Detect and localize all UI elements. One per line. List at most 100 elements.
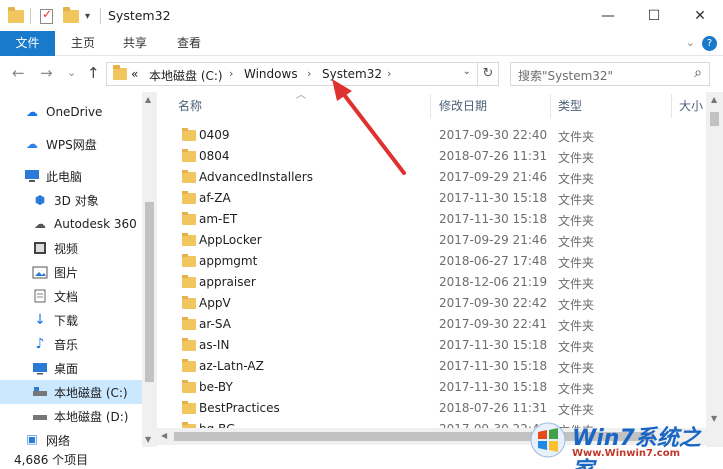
item-count: 4,686 个项目 [14,453,89,467]
video-icon [32,241,48,255]
file-name: 0804 [199,149,230,163]
search-input[interactable]: 搜索"System32" ⌕ [510,62,710,86]
sidebar-item-label: 本地磁盘 (C:) [54,385,128,400]
column-divider[interactable] [550,94,551,118]
scrollbar-thumb[interactable] [710,112,719,126]
file-row[interactable]: 0409 2017-09-30 22:40 文件夹 [170,125,702,146]
folder-icon [182,401,196,414]
folder-icon [182,317,196,330]
file-row[interactable]: az-Latn-AZ 2017-11-30 15:18 文件夹 [170,356,702,377]
sidebar-item-c-drive[interactable]: 本地磁盘 (C:) [0,380,142,404]
scroll-up-icon[interactable]: ▲ [711,95,717,104]
navigation-pane: ☁ OneDrive ☁ WPS网盘 此电脑 ⬢ 3D 对象 ☁ Autodes… [0,92,157,447]
file-row[interactable]: appraiser 2018-12-06 21:19 文件夹 [170,272,702,293]
address-bar[interactable]: « 本地磁盘 (C:) › Windows › System32 › ⌄ [106,62,478,86]
column-header-size[interactable]: 大小 [679,92,703,120]
sidebar-item-videos[interactable]: 视频 [0,236,142,260]
sidebar-item-label: 音乐 [54,337,79,352]
watermark-url: Www.Winwin7.com [572,448,681,459]
folder-icon [182,128,196,141]
file-row[interactable]: AppLocker 2017-09-29 21:46 文件夹 [170,230,702,251]
file-row[interactable]: ar-SA 2017-09-30 22:41 文件夹 [170,314,702,335]
quick-access-separator [30,7,31,25]
file-modified-date: 2018-12-06 21:19 [439,275,548,289]
close-button[interactable]: ✕ [677,0,723,31]
minimize-button[interactable]: — [585,0,631,31]
scroll-left-icon[interactable]: ◀ [161,431,167,440]
file-name: AppLocker [199,233,262,247]
address-history-dropdown-icon[interactable]: ⌄ [463,66,471,77]
sidebar-item-3d-objects[interactable]: ⬢ 3D 对象 [0,188,142,212]
address-overflow[interactable]: « [131,67,138,81]
sidebar-item-label: 下载 [54,313,79,328]
new-folder-icon[interactable] [63,6,79,25]
file-row[interactable]: BestPractices 2018-07-26 11:31 文件夹 [170,398,702,419]
file-row[interactable]: AppV 2017-09-30 22:42 文件夹 [170,293,702,314]
column-divider[interactable] [430,94,431,118]
file-modified-date: 2017-11-30 15:18 [439,359,548,373]
sidebar-item-this-pc[interactable]: 此电脑 [0,164,142,188]
up-button[interactable]: ↑ [87,64,100,82]
scroll-down-icon[interactable]: ▼ [145,435,151,444]
file-type: 文件夹 [558,193,595,207]
customize-quick-access-icon[interactable]: ▾ [85,7,90,25]
file-modified-date: 2017-11-30 15:18 [439,191,548,205]
download-icon: ↓ [34,312,46,328]
sidebar-item-music[interactable]: ♪ 音乐 [0,332,142,356]
file-row[interactable]: am-ET 2017-11-30 15:18 文件夹 [170,209,702,230]
recent-locations-button[interactable]: ⌄ [67,66,76,79]
sidebar-item-onedrive[interactable]: ☁ OneDrive [0,100,142,124]
maximize-button[interactable]: ☐ [631,0,677,31]
file-row[interactable]: appmgmt 2018-06-27 17:48 文件夹 [170,251,702,272]
sidebar-item-desktop[interactable]: 桌面 [0,356,142,380]
folder-icon [182,149,196,162]
breadcrumb-c-drive[interactable]: 本地磁盘 (C:) [149,67,223,84]
sidebar-item-network[interactable]: ▣ 网络 [0,432,142,447]
sidebar-item-label: 图片 [54,265,79,280]
file-row[interactable]: af-ZA 2017-11-30 15:18 文件夹 [170,188,702,209]
folder-icon [182,275,196,288]
sidebar-item-d-drive[interactable]: 本地磁盘 (D:) [0,404,142,428]
tab-share[interactable]: 共享 [114,31,156,56]
chevron-right-icon[interactable]: › [387,67,391,80]
ribbon-tabs: 文件 主页 共享 查看 ⌄ ? [0,31,723,56]
scroll-up-icon[interactable]: ▲ [145,95,151,104]
expand-ribbon-icon[interactable]: ⌄ [686,36,695,49]
sidebar-item-pictures[interactable]: 图片 [0,260,142,284]
computer-icon [24,169,40,183]
search-icon[interactable]: ⌕ [694,65,702,81]
properties-icon[interactable] [40,7,53,25]
file-row[interactable]: AdvancedInstallers 2017-09-29 21:46 文件夹 [170,167,702,188]
column-header-name[interactable]: 名称 [178,92,202,120]
chevron-right-icon[interactable]: › [307,67,311,80]
tab-home[interactable]: 主页 [62,31,104,56]
breadcrumb-windows[interactable]: Windows [244,67,298,81]
chevron-right-icon[interactable]: › [229,67,233,80]
file-row[interactable]: 0804 2018-07-26 11:31 文件夹 [170,146,702,167]
back-button[interactable]: ← [12,64,25,82]
sidebar-item-downloads[interactable]: ↓ 下载 [0,308,142,332]
file-row[interactable]: as-IN 2017-11-30 15:18 文件夹 [170,335,702,356]
column-divider[interactable] [671,94,672,118]
cube-icon: ⬢ [34,193,46,207]
tab-view[interactable]: 查看 [168,31,210,56]
file-row[interactable]: be-BY 2017-11-30 15:18 文件夹 [170,377,702,398]
tab-file[interactable]: 文件 [0,31,55,56]
navigation-pane-scrollbar[interactable]: ▲ ▼ [142,92,157,447]
help-icon[interactable]: ? [702,36,717,51]
file-type: 文件夹 [558,382,595,396]
column-header-type[interactable]: 类型 [558,92,582,120]
sidebar-item-wps[interactable]: ☁ WPS网盘 [0,132,142,156]
column-header-modified[interactable]: 修改日期 [439,92,487,120]
scrollbar-thumb[interactable] [145,202,154,382]
forward-button[interactable]: → [40,64,53,82]
breadcrumb-system32[interactable]: System32 [322,67,382,81]
music-icon: ♪ [35,336,45,352]
file-list-scrollbar[interactable]: ▲ ▼ [706,92,723,447]
file-modified-date: 2017-09-29 21:46 [439,233,548,247]
file-modified-date: 2017-11-30 15:18 [439,380,548,394]
sidebar-item-autodesk[interactable]: ☁ Autodesk 360 [0,212,142,236]
file-modified-date: 2018-07-26 11:31 [439,401,548,415]
refresh-button[interactable]: ↻ [478,62,499,86]
sidebar-item-documents[interactable]: 文档 [0,284,142,308]
